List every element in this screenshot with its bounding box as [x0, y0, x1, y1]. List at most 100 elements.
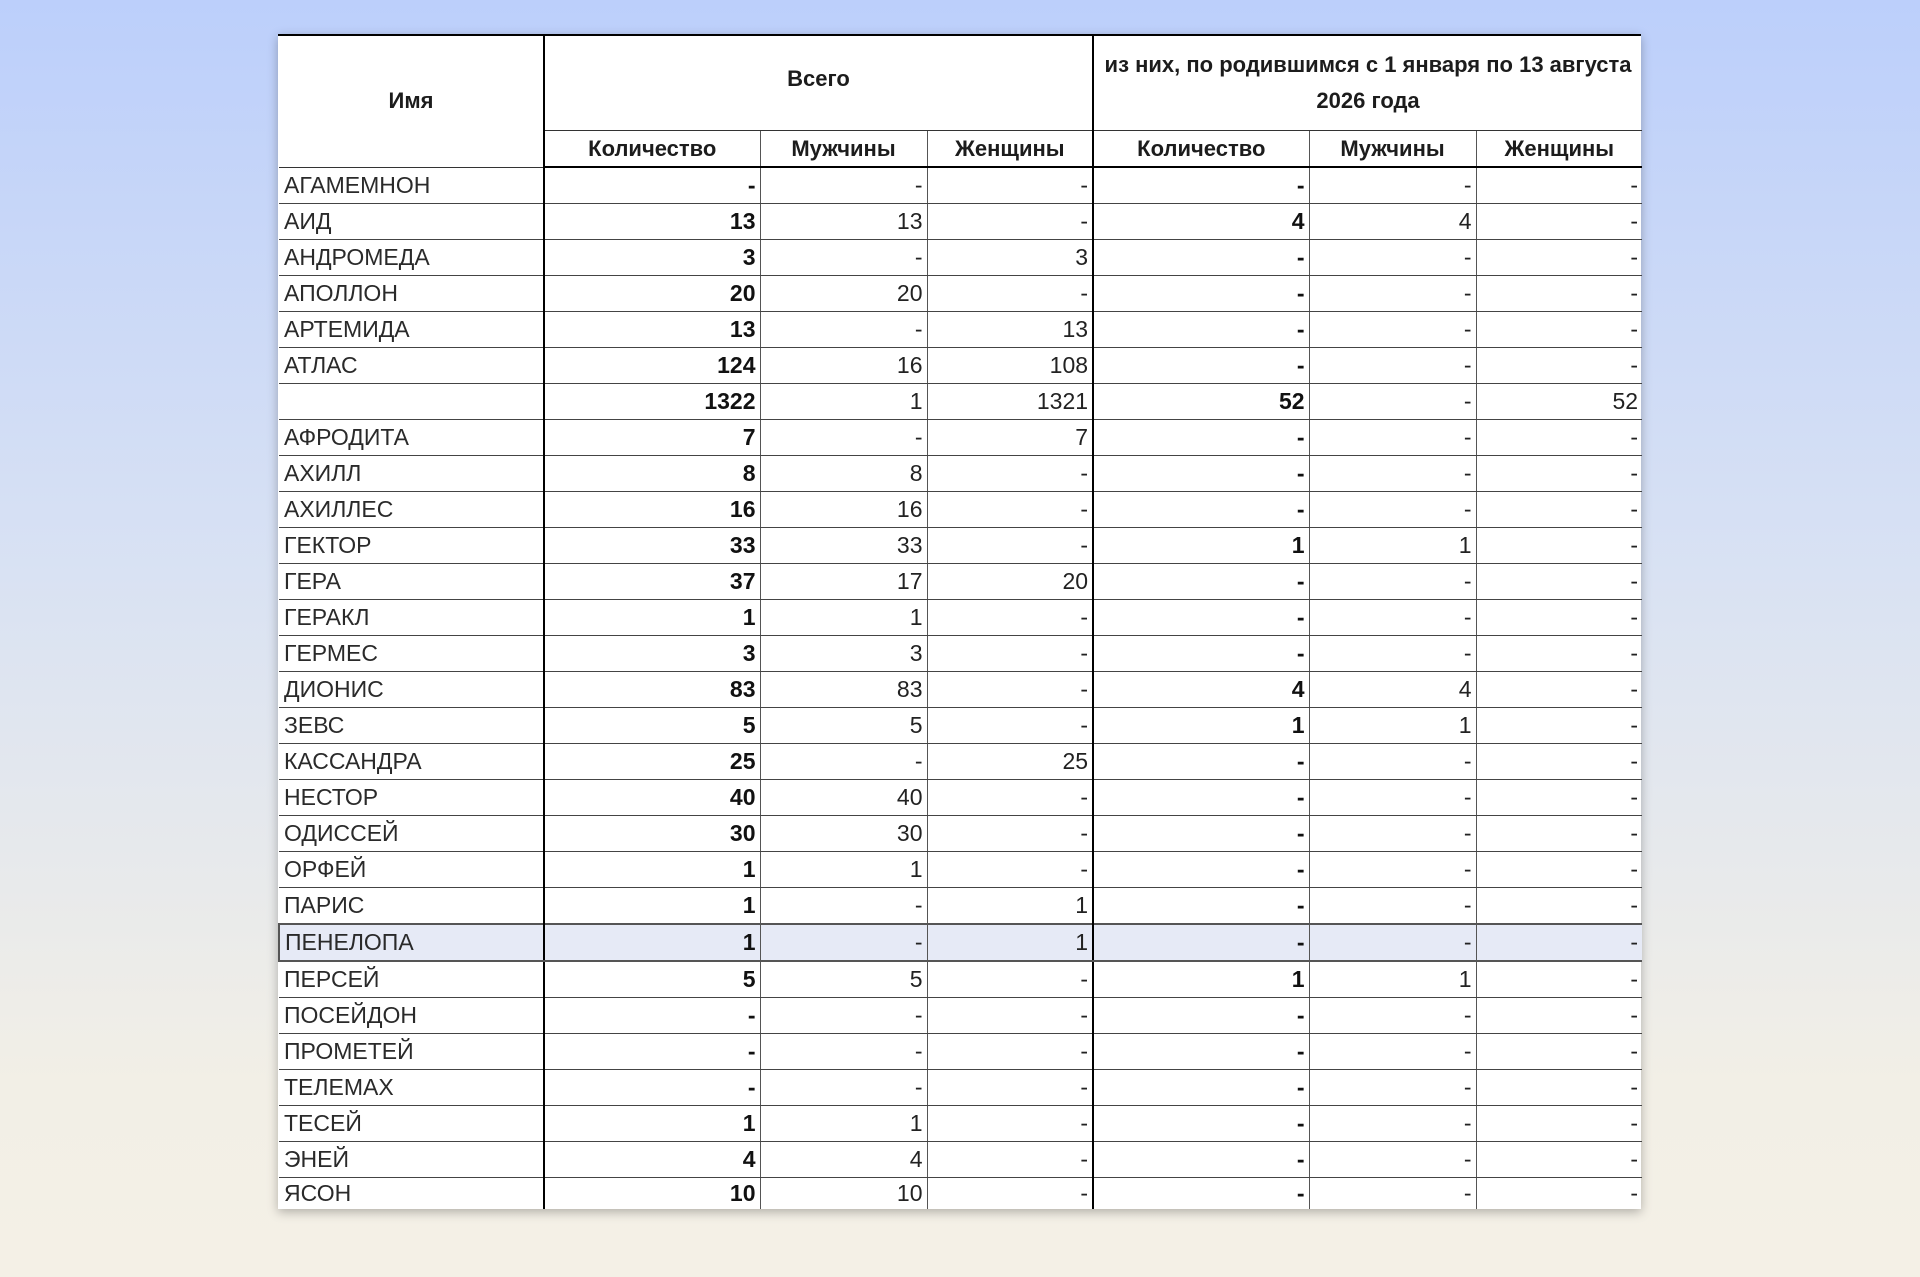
total-count-cell[interactable]: 1322 [543, 383, 760, 420]
born-count-cell[interactable]: - [1092, 599, 1310, 636]
born-men-cell[interactable]: - [1308, 851, 1477, 888]
total-women-cell[interactable]: - [926, 1141, 1094, 1178]
total-men-cell[interactable]: 1 [759, 383, 927, 420]
total-count-cell[interactable]: 4 [543, 1141, 760, 1178]
born-count-cell[interactable]: - [1092, 1069, 1310, 1106]
total-women-cell[interactable]: 1 [926, 887, 1094, 925]
born-women-cell[interactable]: - [1475, 743, 1643, 780]
total-count-cell[interactable]: 5 [543, 961, 760, 998]
born-women-cell[interactable]: - [1475, 923, 1643, 962]
born-men-cell[interactable]: 1 [1308, 527, 1477, 564]
total-count-cell[interactable]: 1 [543, 599, 760, 636]
total-count-cell[interactable]: 1 [543, 1105, 760, 1142]
born-count-cell[interactable]: - [1092, 635, 1310, 672]
born-women-cell[interactable]: - [1475, 707, 1643, 744]
born-women-cell[interactable]: - [1475, 671, 1643, 708]
born-count-cell[interactable]: - [1092, 455, 1310, 492]
born-count-cell[interactable]: - [1092, 275, 1310, 312]
name-cell[interactable]: ПАРИС [279, 887, 544, 925]
name-cell[interactable]: ЗЕВС [279, 707, 544, 744]
born-men-cell[interactable]: - [1308, 563, 1477, 600]
name-cell[interactable]: ПРОМЕТЕЙ [279, 1033, 544, 1070]
total-men-cell[interactable]: - [759, 1033, 927, 1070]
born-count-cell[interactable]: - [1092, 491, 1310, 528]
total-women-cell[interactable]: - [926, 707, 1094, 744]
born-count-cell[interactable]: - [1092, 887, 1310, 925]
born-women-cell[interactable]: - [1475, 203, 1643, 240]
total-count-cell[interactable]: 1 [543, 887, 760, 925]
born-count-cell[interactable]: - [1092, 1033, 1310, 1070]
born-men-cell[interactable]: - [1308, 239, 1477, 276]
total-men-cell[interactable]: - [759, 239, 927, 276]
born-men-cell[interactable]: - [1308, 311, 1477, 348]
name-cell[interactable]: АГАМЕМНОН [279, 167, 544, 204]
born-count-cell[interactable]: 1 [1092, 527, 1310, 564]
born-women-cell[interactable]: - [1475, 167, 1643, 204]
name-cell[interactable]: АХИЛЛЕС [279, 491, 544, 528]
total-women-cell[interactable]: - [926, 1105, 1094, 1142]
table-row[interactable]: АТЛАС 124 16 108- - - [279, 347, 1643, 384]
total-men-cell[interactable]: 20 [759, 275, 927, 312]
born-men-cell[interactable]: - [1308, 167, 1477, 204]
total-men-cell[interactable]: 30 [759, 815, 927, 852]
total-count-cell[interactable]: 8 [543, 455, 760, 492]
total-men-cell[interactable]: 1 [759, 599, 927, 636]
born-men-cell[interactable]: - [1308, 1105, 1477, 1142]
born-men-cell[interactable]: - [1308, 491, 1477, 528]
born-men-cell[interactable]: - [1308, 275, 1477, 312]
table-row[interactable]: ПОСЕЙДОН - - - - - - [279, 997, 1643, 1034]
table-row[interactable]: ТЕЛЕМАХ - - - - - - [279, 1069, 1643, 1106]
name-cell[interactable]: АФРОДИТА [279, 419, 544, 456]
total-men-cell[interactable]: 17 [759, 563, 927, 600]
born-women-cell[interactable]: - [1475, 1177, 1643, 1209]
born-count-cell[interactable]: 1 [1092, 961, 1310, 998]
name-cell[interactable]: АХИЛЛ [279, 455, 544, 492]
total-men-cell[interactable]: 3 [759, 635, 927, 672]
table-row[interactable]: ПРОМЕТЕЙ - - - - - - [279, 1033, 1643, 1070]
born-women-cell[interactable]: - [1475, 599, 1643, 636]
born-count-cell[interactable]: - [1092, 1105, 1310, 1142]
name-cell[interactable]: АТЛАС [279, 347, 544, 384]
born-men-cell[interactable]: 4 [1308, 203, 1477, 240]
total-women-cell[interactable]: - [926, 851, 1094, 888]
born-count-cell[interactable]: 1 [1092, 707, 1310, 744]
name-cell[interactable]: ГЕКТОР [279, 527, 544, 564]
total-men-cell[interactable]: 5 [759, 961, 927, 998]
total-count-cell[interactable]: 20 [543, 275, 760, 312]
table-row[interactable]: НЕСТОР 40 40- - - - [279, 779, 1643, 816]
table-row[interactable]: 1322 1 1321 52-52 [279, 383, 1643, 420]
name-cell[interactable]: ГЕРАКЛ [279, 599, 544, 636]
name-cell[interactable]: ДИОНИС [279, 671, 544, 708]
name-cell[interactable]: АПОЛЛОН [279, 275, 544, 312]
total-men-cell[interactable]: 4 [759, 1141, 927, 1178]
born-men-cell[interactable]: - [1308, 1033, 1477, 1070]
header-total-women[interactable]: Женщины [926, 130, 1094, 168]
total-count-cell[interactable]: 7 [543, 419, 760, 456]
total-count-cell[interactable]: 10 [543, 1177, 760, 1209]
total-count-cell[interactable]: 83 [543, 671, 760, 708]
table-row[interactable]: АГАМЕМНОН - - - - - - [279, 167, 1643, 204]
born-men-cell[interactable]: - [1308, 1141, 1477, 1178]
header-name[interactable]: Имя [279, 36, 544, 168]
born-men-cell[interactable]: - [1308, 997, 1477, 1034]
born-women-cell[interactable]: - [1475, 455, 1643, 492]
total-count-cell[interactable]: 13 [543, 311, 760, 348]
table-row[interactable]: ПЕРСЕЙ 5 5-1 1- [279, 961, 1643, 998]
name-cell[interactable]: ПЕРСЕЙ [279, 961, 544, 998]
total-women-cell[interactable]: 13 [926, 311, 1094, 348]
born-women-cell[interactable]: - [1475, 1033, 1643, 1070]
table-row[interactable]: АФРОДИТА 7-7- - - [279, 419, 1643, 456]
total-count-cell[interactable]: 13 [543, 203, 760, 240]
born-count-cell[interactable]: - [1092, 743, 1310, 780]
table-row[interactable]: АНДРОМЕДА 3-3- - - [279, 239, 1643, 276]
table-row[interactable]: КАССАНДРА 25-25- - - [279, 743, 1643, 780]
total-women-cell[interactable]: - [926, 779, 1094, 816]
born-women-cell[interactable]: - [1475, 961, 1643, 998]
born-count-cell[interactable]: - [1092, 347, 1310, 384]
born-men-cell[interactable]: - [1308, 779, 1477, 816]
table-row[interactable]: ПАРИС 1-1- - - [279, 887, 1643, 925]
table-row[interactable]: ОДИССЕЙ 30 30- - - - [279, 815, 1643, 852]
name-cell[interactable]: АНДРОМЕДА [279, 239, 544, 276]
born-men-cell[interactable]: - [1308, 347, 1477, 384]
total-women-cell[interactable]: 25 [926, 743, 1094, 780]
